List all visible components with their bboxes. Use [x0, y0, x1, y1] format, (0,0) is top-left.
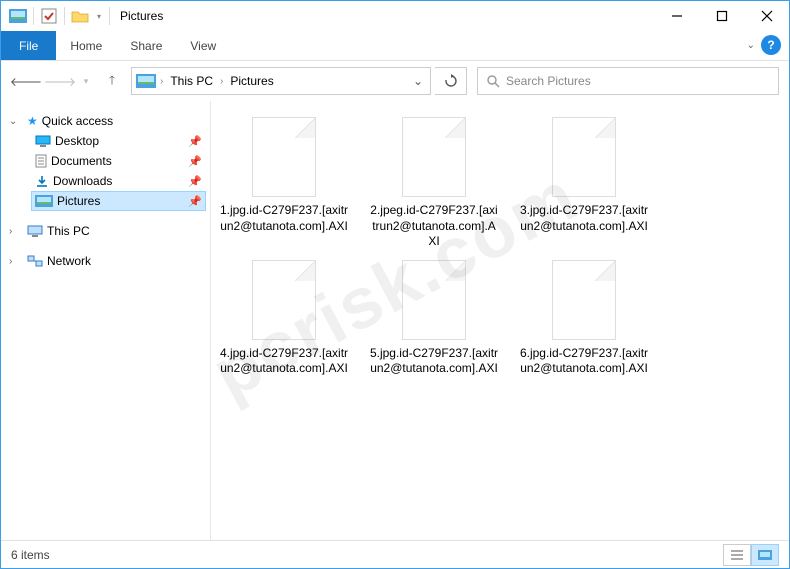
pictures-icon	[35, 195, 53, 207]
tab-view[interactable]: View	[176, 31, 230, 60]
file-grid[interactable]: 1.jpg.id-C279F237.[axitrun2@tutanota.com…	[211, 101, 789, 540]
window-controls	[654, 1, 789, 31]
sidebar-item-label: Pictures	[57, 194, 100, 208]
maximize-button[interactable]	[699, 1, 744, 31]
this-pc-label: This PC	[47, 224, 90, 238]
file-item[interactable]: 5.jpg.id-C279F237.[axitrun2@tutanota.com…	[369, 260, 499, 377]
nav-bar: 🡐 🡒 ▾ 🡑 › This PC › Pictures ⌄ Search Pi…	[1, 61, 789, 101]
sidebar-item-documents[interactable]: Documents 📌	[31, 151, 206, 171]
file-item[interactable]: 6.jpg.id-C279F237.[axitrun2@tutanota.com…	[519, 260, 649, 377]
documents-icon	[35, 154, 47, 168]
computer-icon	[27, 225, 43, 237]
minimize-button[interactable]	[654, 1, 699, 31]
network-label: Network	[47, 254, 91, 268]
pin-icon: 📌	[188, 195, 202, 208]
help-icon[interactable]: ?	[761, 35, 781, 55]
file-item[interactable]: 1.jpg.id-C279F237.[axitrun2@tutanota.com…	[219, 117, 349, 250]
file-menu-button[interactable]: File	[1, 31, 56, 60]
file-blank-icon	[552, 260, 616, 340]
expand-icon[interactable]: ›	[9, 226, 23, 237]
breadcrumb-dropdown-icon[interactable]: ⌄	[406, 74, 430, 88]
pin-icon: 📌	[188, 175, 202, 188]
file-blank-icon	[402, 117, 466, 197]
status-item-count: 6 items	[11, 548, 50, 562]
sidebar-item-desktop[interactable]: Desktop 📌	[31, 131, 206, 151]
explorer-app-icon	[7, 5, 29, 27]
file-name: 2.jpeg.id-C279F237.[axitrun2@tutanota.co…	[369, 203, 499, 250]
file-name: 6.jpg.id-C279F237.[axitrun2@tutanota.com…	[519, 346, 649, 377]
tree-network[interactable]: › Network	[5, 251, 206, 271]
pictures-folder-icon	[136, 74, 156, 88]
file-item[interactable]: 4.jpg.id-C279F237.[axitrun2@tutanota.com…	[219, 260, 349, 377]
ribbon-expand-icon[interactable]: ⌄	[747, 40, 755, 51]
file-name: 3.jpg.id-C279F237.[axitrun2@tutanota.com…	[519, 203, 649, 234]
star-icon: ★	[27, 114, 38, 128]
chevron-right-icon[interactable]: ›	[220, 76, 223, 87]
file-item[interactable]: 3.jpg.id-C279F237.[axitrun2@tutanota.com…	[519, 117, 649, 250]
chevron-right-icon[interactable]: ›	[160, 76, 163, 87]
nav-tree: ⌄ ★ Quick access Desktop📌Documents📌Downl…	[1, 101, 211, 540]
qat-checkbox-icon[interactable]	[38, 5, 60, 27]
breadcrumb-pictures[interactable]: Pictures	[227, 74, 276, 88]
desktop-icon	[35, 135, 51, 147]
file-name: 1.jpg.id-C279F237.[axitrun2@tutanota.com…	[219, 203, 349, 234]
quick-access-toolbar: ▾	[1, 5, 112, 27]
close-button[interactable]	[744, 1, 789, 31]
file-name: 4.jpg.id-C279F237.[axitrun2@tutanota.com…	[219, 346, 349, 377]
file-name: 5.jpg.id-C279F237.[axitrun2@tutanota.com…	[369, 346, 499, 377]
breadcrumb[interactable]: › This PC › Pictures ⌄	[131, 67, 431, 95]
network-icon	[27, 255, 43, 267]
view-thumbnails-button[interactable]	[751, 544, 779, 566]
search-icon	[486, 74, 500, 88]
breadcrumb-this-pc[interactable]: This PC	[167, 74, 216, 88]
file-blank-icon	[402, 260, 466, 340]
collapse-icon[interactable]: ⌄	[9, 116, 23, 127]
expand-icon[interactable]: ›	[9, 256, 23, 267]
sidebar-item-downloads[interactable]: Downloads 📌	[31, 171, 206, 191]
search-placeholder: Search Pictures	[506, 74, 591, 88]
sidebar-item-label: Documents	[51, 154, 112, 168]
tree-this-pc[interactable]: › This PC	[5, 221, 206, 241]
tab-home[interactable]: Home	[56, 31, 116, 60]
downloads-icon	[35, 174, 49, 188]
tab-share[interactable]: Share	[116, 31, 176, 60]
qat-folder-icon[interactable]	[69, 5, 91, 27]
sidebar-item-label: Desktop	[55, 134, 99, 148]
file-blank-icon	[252, 117, 316, 197]
qat-dropdown-icon[interactable]: ▾	[93, 5, 105, 27]
forward-button[interactable]: 🡒	[45, 67, 75, 95]
window-title: Pictures	[112, 9, 163, 23]
sidebar-item-pictures[interactable]: Pictures 📌	[31, 191, 206, 211]
file-blank-icon	[252, 260, 316, 340]
view-details-button[interactable]	[723, 544, 751, 566]
file-item[interactable]: 2.jpeg.id-C279F237.[axitrun2@tutanota.co…	[369, 117, 499, 250]
status-bar: 6 items	[1, 540, 789, 568]
recent-locations-dropdown-icon[interactable]: ▾	[79, 67, 93, 95]
pin-icon: 📌	[188, 155, 202, 168]
quick-access-label: Quick access	[42, 114, 113, 128]
file-blank-icon	[552, 117, 616, 197]
pin-icon: 📌	[188, 135, 202, 148]
sidebar-item-label: Downloads	[53, 174, 112, 188]
refresh-button[interactable]	[435, 67, 467, 95]
ribbon: File Home Share View ⌄ ?	[1, 31, 789, 61]
back-button[interactable]: 🡐	[11, 67, 41, 95]
tree-quick-access[interactable]: ⌄ ★ Quick access	[5, 111, 206, 131]
search-input[interactable]: Search Pictures	[477, 67, 779, 95]
title-bar: ▾ Pictures	[1, 1, 789, 31]
up-button[interactable]: 🡑	[97, 67, 127, 95]
